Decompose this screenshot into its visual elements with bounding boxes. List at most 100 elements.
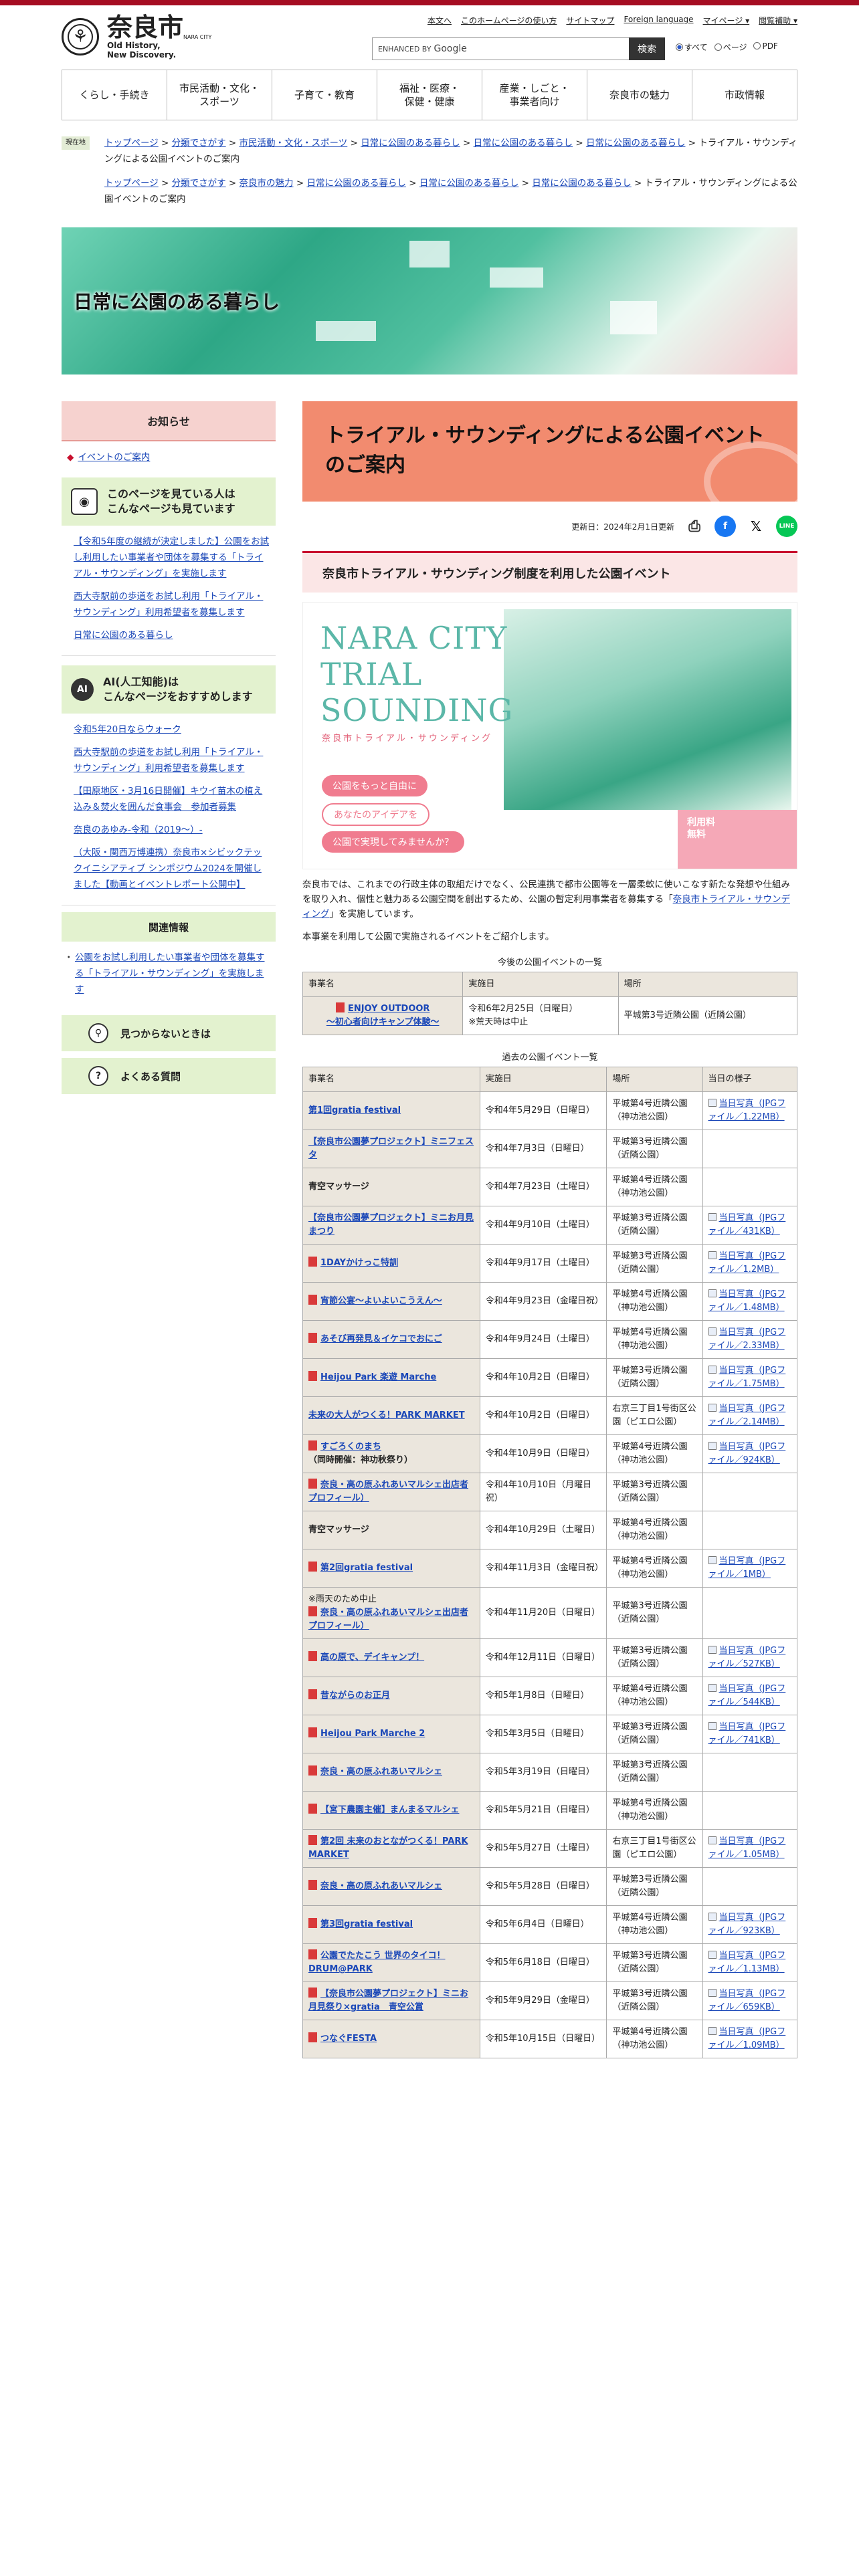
scope-radio[interactable]: ページ — [714, 41, 747, 53]
breadcrumb-link[interactable]: 分類でさがす — [172, 178, 226, 189]
photo-link[interactable]: 当日写真（JPGファイル／1.22MB） — [708, 1099, 786, 1122]
breadcrumb-link[interactable]: 奈良市の魅力 — [240, 178, 294, 189]
site-logo[interactable]: ⚘ 奈良市 Old History, New Discovery. NARA C… — [62, 13, 215, 60]
related-heading: 関連情報 — [62, 912, 276, 942]
breadcrumb-link[interactable]: トップページ — [104, 178, 159, 189]
ai-link[interactable]: 奈良のあゆみ-令和（2019〜）- — [74, 822, 270, 838]
photo-link[interactable]: 当日写真（JPGファイル／923KB） — [708, 1913, 786, 1936]
breadcrumb-link[interactable]: 日常に公園のある暮らし — [419, 178, 519, 189]
event-link[interactable]: 高の原で、デイキャンプ！ — [320, 1652, 424, 1662]
photo-cell — [702, 1511, 797, 1549]
ai-link[interactable]: 令和5年20日ならウォーク — [74, 722, 270, 738]
event-link[interactable]: 【奈良市公園夢プロジェクト】ミニお月見まつり — [308, 1213, 474, 1237]
event-link[interactable]: 第3回gratia festival — [320, 1919, 413, 1929]
scope-radio[interactable]: PDF — [753, 41, 778, 53]
viewed-link[interactable]: 【令和5年度の継続が決定しました】公園をお試し利用したい事業者や団体を募集する「… — [74, 534, 270, 582]
notice-link[interactable]: イベントのご案内 — [78, 452, 150, 463]
util-link[interactable]: 本文へ — [427, 15, 452, 26]
gnav-item[interactable]: 奈良市の魅力 — [587, 70, 692, 120]
x-icon[interactable]: 𝕏 — [745, 516, 767, 537]
event-link[interactable]: Heijou Park 楽遊 Marche — [320, 1372, 436, 1382]
faq-button[interactable]: ? よくある質問 — [62, 1058, 276, 1094]
event-link[interactable]: 宵節公宴〜よいよいこうえん〜 — [320, 1296, 442, 1306]
ai-link[interactable]: 西大寺駅前の歩道をお試し利用「トライアル・サウンディング」利用希望者を募集します — [74, 744, 270, 776]
photo-link[interactable]: 当日写真（JPGファイル／1.05MB） — [708, 1836, 786, 1860]
event-link[interactable]: 第2回gratia festival — [320, 1563, 413, 1573]
ai-link[interactable]: （大阪・関西万博連携）奈良市×シビックテックイニシアティブ シンポジウム2024… — [74, 845, 270, 893]
not-found-button[interactable]: ⚲ 見つからないときは — [62, 1015, 276, 1051]
line-icon[interactable]: LINE — [776, 516, 797, 537]
util-link[interactable]: マイページ ▾ — [703, 15, 750, 26]
event-link[interactable]: すごろくのまち — [320, 1442, 381, 1452]
event-link[interactable]: 1DAYかけっこ特訓 — [320, 1258, 398, 1268]
photo-link[interactable]: 当日写真（JPGファイル／2.14MB） — [708, 1404, 786, 1427]
facebook-icon[interactable]: f — [714, 516, 736, 537]
photo-link[interactable]: 当日写真（JPGファイル／924KB） — [708, 1442, 786, 1465]
gnav-item[interactable]: 産業・しごと・ 事業者向け — [482, 70, 587, 120]
event-link[interactable]: あそび再発見＆イケコでおにご — [320, 1334, 442, 1344]
image-icon — [708, 1556, 717, 1564]
util-link[interactable]: サイトマップ — [566, 15, 614, 26]
photo-link[interactable]: 当日写真（JPGファイル／2.33MB） — [708, 1327, 786, 1351]
global-nav: くらし・手続き 市民活動・文化・ スポーツ 子育て・教育 福祉・医療・ 保健・健康 産業… — [62, 70, 797, 120]
upcoming-table: 事業名 実施日 場所 ENJOY OUTDOOR 〜初心者向けキャンプ体験〜 令和6年… — [302, 972, 798, 1035]
event-note: ※雨天のため中止 — [308, 1594, 377, 1604]
breadcrumb-link[interactable]: 日常に公園のある暮らし — [361, 138, 460, 148]
scope-label: ページ — [723, 43, 747, 52]
table-row: 昔ながらのお正月 令和5年1月8日（日曜日） 平城第4号近隣公園（神功池公園） 当日写… — [302, 1677, 797, 1715]
photo-link[interactable]: 当日写真（JPGファイル／1.48MB） — [708, 1289, 786, 1313]
event-link[interactable]: 公園でたたこう 世界のタイコ！DRUM@PARK — [308, 1951, 446, 1974]
photo-link[interactable]: 当日写真（JPGファイル／1.09MB） — [708, 2027, 786, 2050]
breadcrumb-link[interactable]: 分類でさがす — [172, 138, 226, 148]
search-button[interactable]: 検索 — [629, 37, 665, 60]
breadcrumb-link[interactable]: トップページ — [104, 138, 159, 148]
event-link[interactable]: 奈良・高の原ふれあいマルシェ出店者プロフィール） — [308, 1608, 468, 1631]
search-input[interactable]: ENHANCED BY Google — [372, 37, 664, 60]
viewed-link[interactable]: 日常に公園のある暮らし — [74, 627, 270, 643]
util-link[interactable]: このホームページの使い方 — [461, 15, 557, 26]
event-link[interactable]: 【宮下農園主催】まんまるマルシェ — [320, 1805, 459, 1815]
event-link[interactable]: 【奈良市公園夢プロジェクト】ミニフェスタ — [308, 1137, 474, 1160]
photo-cell — [702, 1168, 797, 1206]
photo-link[interactable]: 当日写真（JPGファイル／1.2MB） — [708, 1251, 786, 1275]
scope-radio[interactable]: すべて — [676, 41, 708, 53]
related-link[interactable]: 公園をお試し利用したい事業者や団体を募集する「トライアル・サウンディング」を実施… — [64, 950, 270, 998]
gnav-item[interactable]: 市政情報 — [692, 70, 797, 120]
photo-link[interactable]: 当日写真（JPGファイル／659KB） — [708, 1989, 786, 2012]
print-icon[interactable]: ⎙ — [684, 516, 705, 537]
photo-link[interactable]: 当日写真（JPGファイル／1MB） — [708, 1556, 786, 1580]
viewed-link[interactable]: 西大寺駅前の歩道をお試し利用「トライアル・サウンディング」利用希望者を募集します — [74, 588, 270, 621]
breadcrumb-link[interactable]: 市民活動・文化・スポーツ — [240, 138, 348, 148]
photo-link[interactable]: 当日写真（JPGファイル／741KB） — [708, 1722, 786, 1745]
gnav-item[interactable]: くらし・手続き — [62, 70, 167, 120]
photo-link[interactable]: 当日写真（JPGファイル／1.75MB） — [708, 1366, 786, 1389]
util-link[interactable]: 閲覧補助 ▾ — [759, 15, 797, 26]
util-link[interactable]: Foreign language — [624, 15, 693, 26]
event-link[interactable]: 昔ながらのお正月 — [320, 1691, 390, 1701]
ai-link[interactable]: 【田原地区・3月16日開催】キウイ苗木の植え込み＆焚火を囲んだ食事会 参加者募集 — [74, 783, 270, 815]
breadcrumb-link[interactable]: 日常に公園のある暮らし — [306, 178, 406, 189]
gnav-item[interactable]: 福祉・医療・ 保健・健康 — [377, 70, 482, 120]
gnav-item[interactable]: 市民活動・文化・ スポーツ — [167, 70, 272, 120]
event-link[interactable]: 奈良・高の原ふれあいマルシェ — [320, 1767, 442, 1777]
event-link[interactable]: 奈良・高の原ふれあいマルシェ出店者プロフィール） — [308, 1480, 468, 1503]
photo-link[interactable]: 当日写真（JPGファイル／1.13MB） — [708, 1951, 786, 1974]
photo-link[interactable]: 当日写真（JPGファイル／431KB） — [708, 1213, 786, 1237]
photo-link[interactable]: 当日写真（JPGファイル／527KB） — [708, 1646, 786, 1669]
table-row: ※雨天のため中止 奈良・高の原ふれあいマルシェ出店者プロフィール） 令和4年11月2… — [302, 1587, 797, 1639]
event-link[interactable]: 【奈良市公園夢プロジェクト】ミニお月見祭り×gratia 青空公賞 — [308, 1989, 468, 2012]
breadcrumb-link[interactable]: 日常に公園のある暮らし — [474, 138, 573, 148]
image-icon — [708, 1213, 717, 1221]
event-link[interactable]: つなぐFESTA — [320, 2034, 377, 2044]
gnav-item[interactable]: 子育て・教育 — [272, 70, 377, 120]
question-icon: ? — [88, 1066, 108, 1086]
event-link[interactable]: 未来の大人がつくる！PARK MARKET — [308, 1410, 465, 1420]
breadcrumb-link[interactable]: 日常に公園のある暮らし — [532, 178, 632, 189]
photo-link[interactable]: 当日写真（JPGファイル／544KB） — [708, 1684, 786, 1707]
breadcrumb-link[interactable]: 日常に公園のある暮らし — [586, 138, 686, 148]
event-link[interactable]: Heijou Park Marche 2 — [320, 1729, 425, 1739]
event-link[interactable]: 奈良・高の原ふれあいマルシェ — [320, 1881, 442, 1891]
event-link[interactable]: 第1回gratia festival — [308, 1105, 401, 1115]
table-row: 高の原で、デイキャンプ！ 令和4年12月11日（日曜日） 平城第3号近隣公園（近隣公… — [302, 1638, 797, 1677]
event-link[interactable]: 第2回 未来のおとながつくる！PARK MARKET — [308, 1836, 468, 1860]
